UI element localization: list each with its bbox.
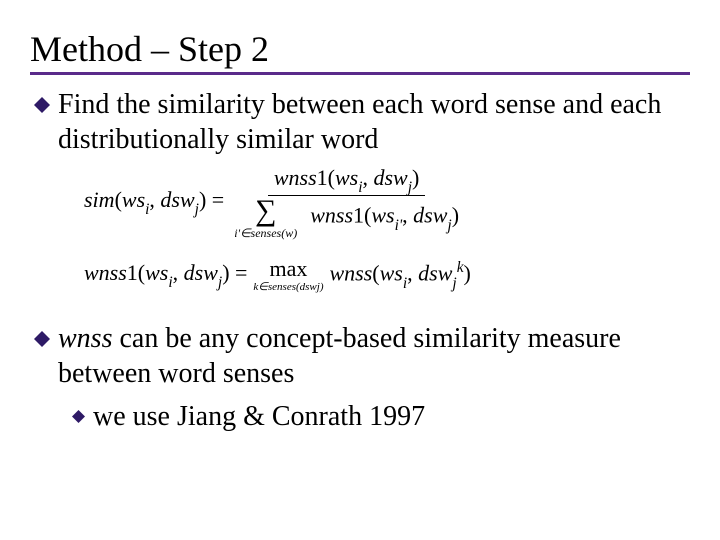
bullet-2-sub-text: we use Jiang & Conrath 1997 — [93, 399, 690, 434]
eq1-den-arg1-sub: i' — [395, 217, 403, 234]
bullet-2: wnss can be any concept-based similarity… — [34, 321, 690, 391]
equation-2: wnss1(wsi, dswj) = max k∈senses(dswj) wn… — [84, 251, 690, 299]
eq1-lhs-arg1-sub: i — [145, 201, 149, 218]
bullet-2-lead: wnss — [58, 323, 112, 354]
sum-icon: ∑ i'∈senses(w) — [234, 196, 297, 239]
equation-1: sim(wsi, dswj) = wnss1(wsi, dswj) ∑ i'∈s… — [84, 167, 690, 237]
slide-title: Method – Step 2 — [30, 28, 690, 75]
eq2-lhs-arg1-sub: i — [168, 274, 172, 291]
eq1-num-arg1-base: ws — [335, 165, 358, 190]
slide-body: Find the similarity between each word se… — [30, 87, 690, 434]
eq1-den-sup: 1 — [353, 203, 364, 228]
eq1-num-arg2-sub: j — [408, 179, 412, 196]
eq2-lhs-sup: 1 — [127, 260, 138, 285]
eq1-den-func: wnss — [310, 203, 353, 228]
eq2-lhs-arg2-sub: j — [218, 274, 222, 291]
eq1-num-sup: 1 — [317, 165, 328, 190]
eq1-fraction: wnss1(wsi, dswj) ∑ i'∈senses(w) wnss1(ws… — [228, 165, 465, 240]
eq1-lhs-arg2-sub: j — [195, 201, 199, 218]
eq1-lhs-arg1-base: ws — [122, 187, 145, 212]
eq2-rhs-arg1-base: ws — [380, 260, 403, 285]
bullet-2-text: wnss can be any concept-based similarity… — [58, 321, 690, 391]
diamond-bullet-icon — [34, 331, 50, 347]
eq1-num-arg2-base: dsw — [374, 165, 408, 190]
eq2-max-label: max — [270, 258, 308, 280]
eq1-num-func: wnss — [274, 165, 317, 190]
eq1-den-arg1-base: ws — [371, 203, 394, 228]
eq2-rhs-func: wnss — [330, 260, 373, 285]
eq2-rhs-arg2-base: dsw — [418, 260, 452, 285]
max-operator: max k∈senses(dswj) — [253, 258, 323, 293]
eq1-lhs-func: sim — [84, 187, 115, 212]
eq2-lhs-arg1-base: ws — [145, 260, 168, 285]
equation-area: sim(wsi, dswj) = wnss1(wsi, dswj) ∑ i'∈s… — [84, 167, 690, 299]
eq2-lhs-func: wnss — [84, 260, 127, 285]
bullet-1-text: Find the similarity between each word se… — [58, 87, 690, 157]
eq1-num-arg1-sub: i — [358, 179, 362, 196]
bullet-1: Find the similarity between each word se… — [34, 87, 690, 157]
diamond-bullet-icon — [34, 97, 50, 113]
bullet-2-rest: can be any concept-based similarity meas… — [58, 323, 621, 389]
eq2-lhs-arg2-base: dsw — [184, 260, 218, 285]
eq1-sum-limit: i'∈senses(w) — [234, 227, 297, 239]
eq2-rhs-arg2-sup: k — [457, 259, 464, 276]
slide: Method – Step 2 Find the similarity betw… — [0, 0, 720, 434]
diamond-bullet-icon — [72, 410, 85, 423]
eq1-den-arg2-sub: j — [447, 217, 451, 234]
eq2-max-limit: k∈senses(dswj) — [253, 282, 323, 293]
eq1-lhs-arg2-base: dsw — [160, 187, 194, 212]
eq2-rhs-arg2-sub: j — [452, 275, 456, 292]
bullet-2-sub: we use Jiang & Conrath 1997 — [72, 399, 690, 434]
eq1-den-arg2-base: dsw — [413, 203, 447, 228]
eq2-rhs-arg1-sub: i — [403, 275, 407, 292]
